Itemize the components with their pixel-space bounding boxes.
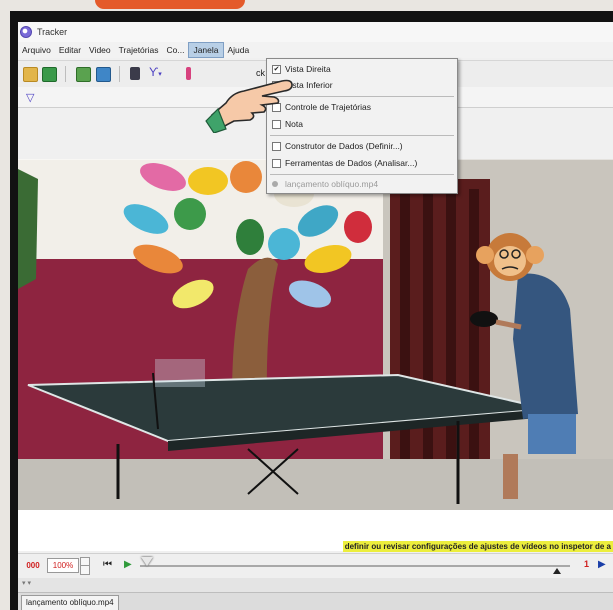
status-area: definir ou revisar configurações de ajus…: [18, 510, 613, 552]
menu-editar[interactable]: Editar: [55, 42, 85, 58]
menu-coordenadas[interactable]: Co...: [162, 42, 188, 58]
collapse-arrows-icon[interactable]: ▾ ▾: [22, 579, 31, 587]
track-dropdown-icon[interactable]: ▽: [26, 91, 34, 104]
radio-icon: [272, 181, 278, 187]
zoom-spinner[interactable]: [80, 557, 90, 575]
bottom-strip: ▾ ▾: [18, 578, 613, 592]
menu-ajuda[interactable]: Ajuda: [224, 42, 254, 58]
window-title: Tracker: [37, 27, 68, 37]
import-icon[interactable]: [76, 67, 91, 82]
video-frame[interactable]: [18, 159, 613, 510]
frame-number[interactable]: 000: [22, 559, 44, 572]
toolbar-separator: [65, 66, 66, 82]
save-icon[interactable]: [42, 67, 57, 82]
menu-bar: Arquivo Editar Video Trajetórias Co... J…: [18, 42, 613, 58]
menu-trajetorias[interactable]: Trajetórias: [115, 42, 163, 58]
menu-item-video-file: lançamento oblíquo.mp4: [267, 176, 457, 192]
top-accent-decoration: [95, 0, 245, 9]
export-icon[interactable]: [96, 67, 111, 82]
player-controls: 000 100% ⏮ ▶ 1 ▶: [18, 553, 613, 578]
pointing-hand-icon: [205, 79, 293, 133]
toolbar-separator: [119, 66, 120, 82]
menu-item-ferramentas-dados[interactable]: Ferramentas de Dados (Analisar...): [267, 155, 457, 171]
checkbox-icon: [272, 142, 281, 151]
menu-janela[interactable]: Janela: [188, 42, 224, 58]
clip-icon[interactable]: [130, 67, 140, 80]
playback-slider[interactable]: [140, 565, 570, 567]
video-image: [18, 159, 613, 510]
track-color-icon[interactable]: [186, 67, 191, 80]
play-icon[interactable]: ▶: [124, 559, 132, 570]
tab-bar: lançamento oblíquo.mp4: [18, 592, 613, 610]
step-end-icon[interactable]: ▶: [598, 559, 606, 570]
menu-separator: [270, 135, 454, 136]
tracker-logo-icon: [20, 26, 32, 38]
slider-thumb[interactable]: [141, 557, 153, 566]
step-start-icon[interactable]: ⏮: [103, 559, 112, 570]
status-message: definir ou revisar configurações de ajus…: [342, 541, 613, 552]
tracker-window: Tracker Arquivo Editar Video Trajetórias…: [18, 22, 613, 610]
end-marker[interactable]: [553, 568, 561, 574]
menu-arquivo[interactable]: Arquivo: [18, 42, 55, 58]
zoom-field[interactable]: 100%: [47, 558, 79, 573]
video-tab[interactable]: lançamento oblíquo.mp4: [21, 595, 119, 610]
open-folder-icon[interactable]: [23, 67, 38, 82]
title-bar: Tracker: [18, 22, 613, 42]
track-icon[interactable]: ϒ▾: [149, 65, 167, 79]
menu-item-construtor-dados[interactable]: Construtor de Dados (Definir...): [267, 138, 457, 154]
menu-separator: [270, 174, 454, 175]
menu-video[interactable]: Video: [85, 42, 115, 58]
end-frame-label: 1: [584, 559, 590, 569]
checkbox-icon: [272, 159, 281, 168]
